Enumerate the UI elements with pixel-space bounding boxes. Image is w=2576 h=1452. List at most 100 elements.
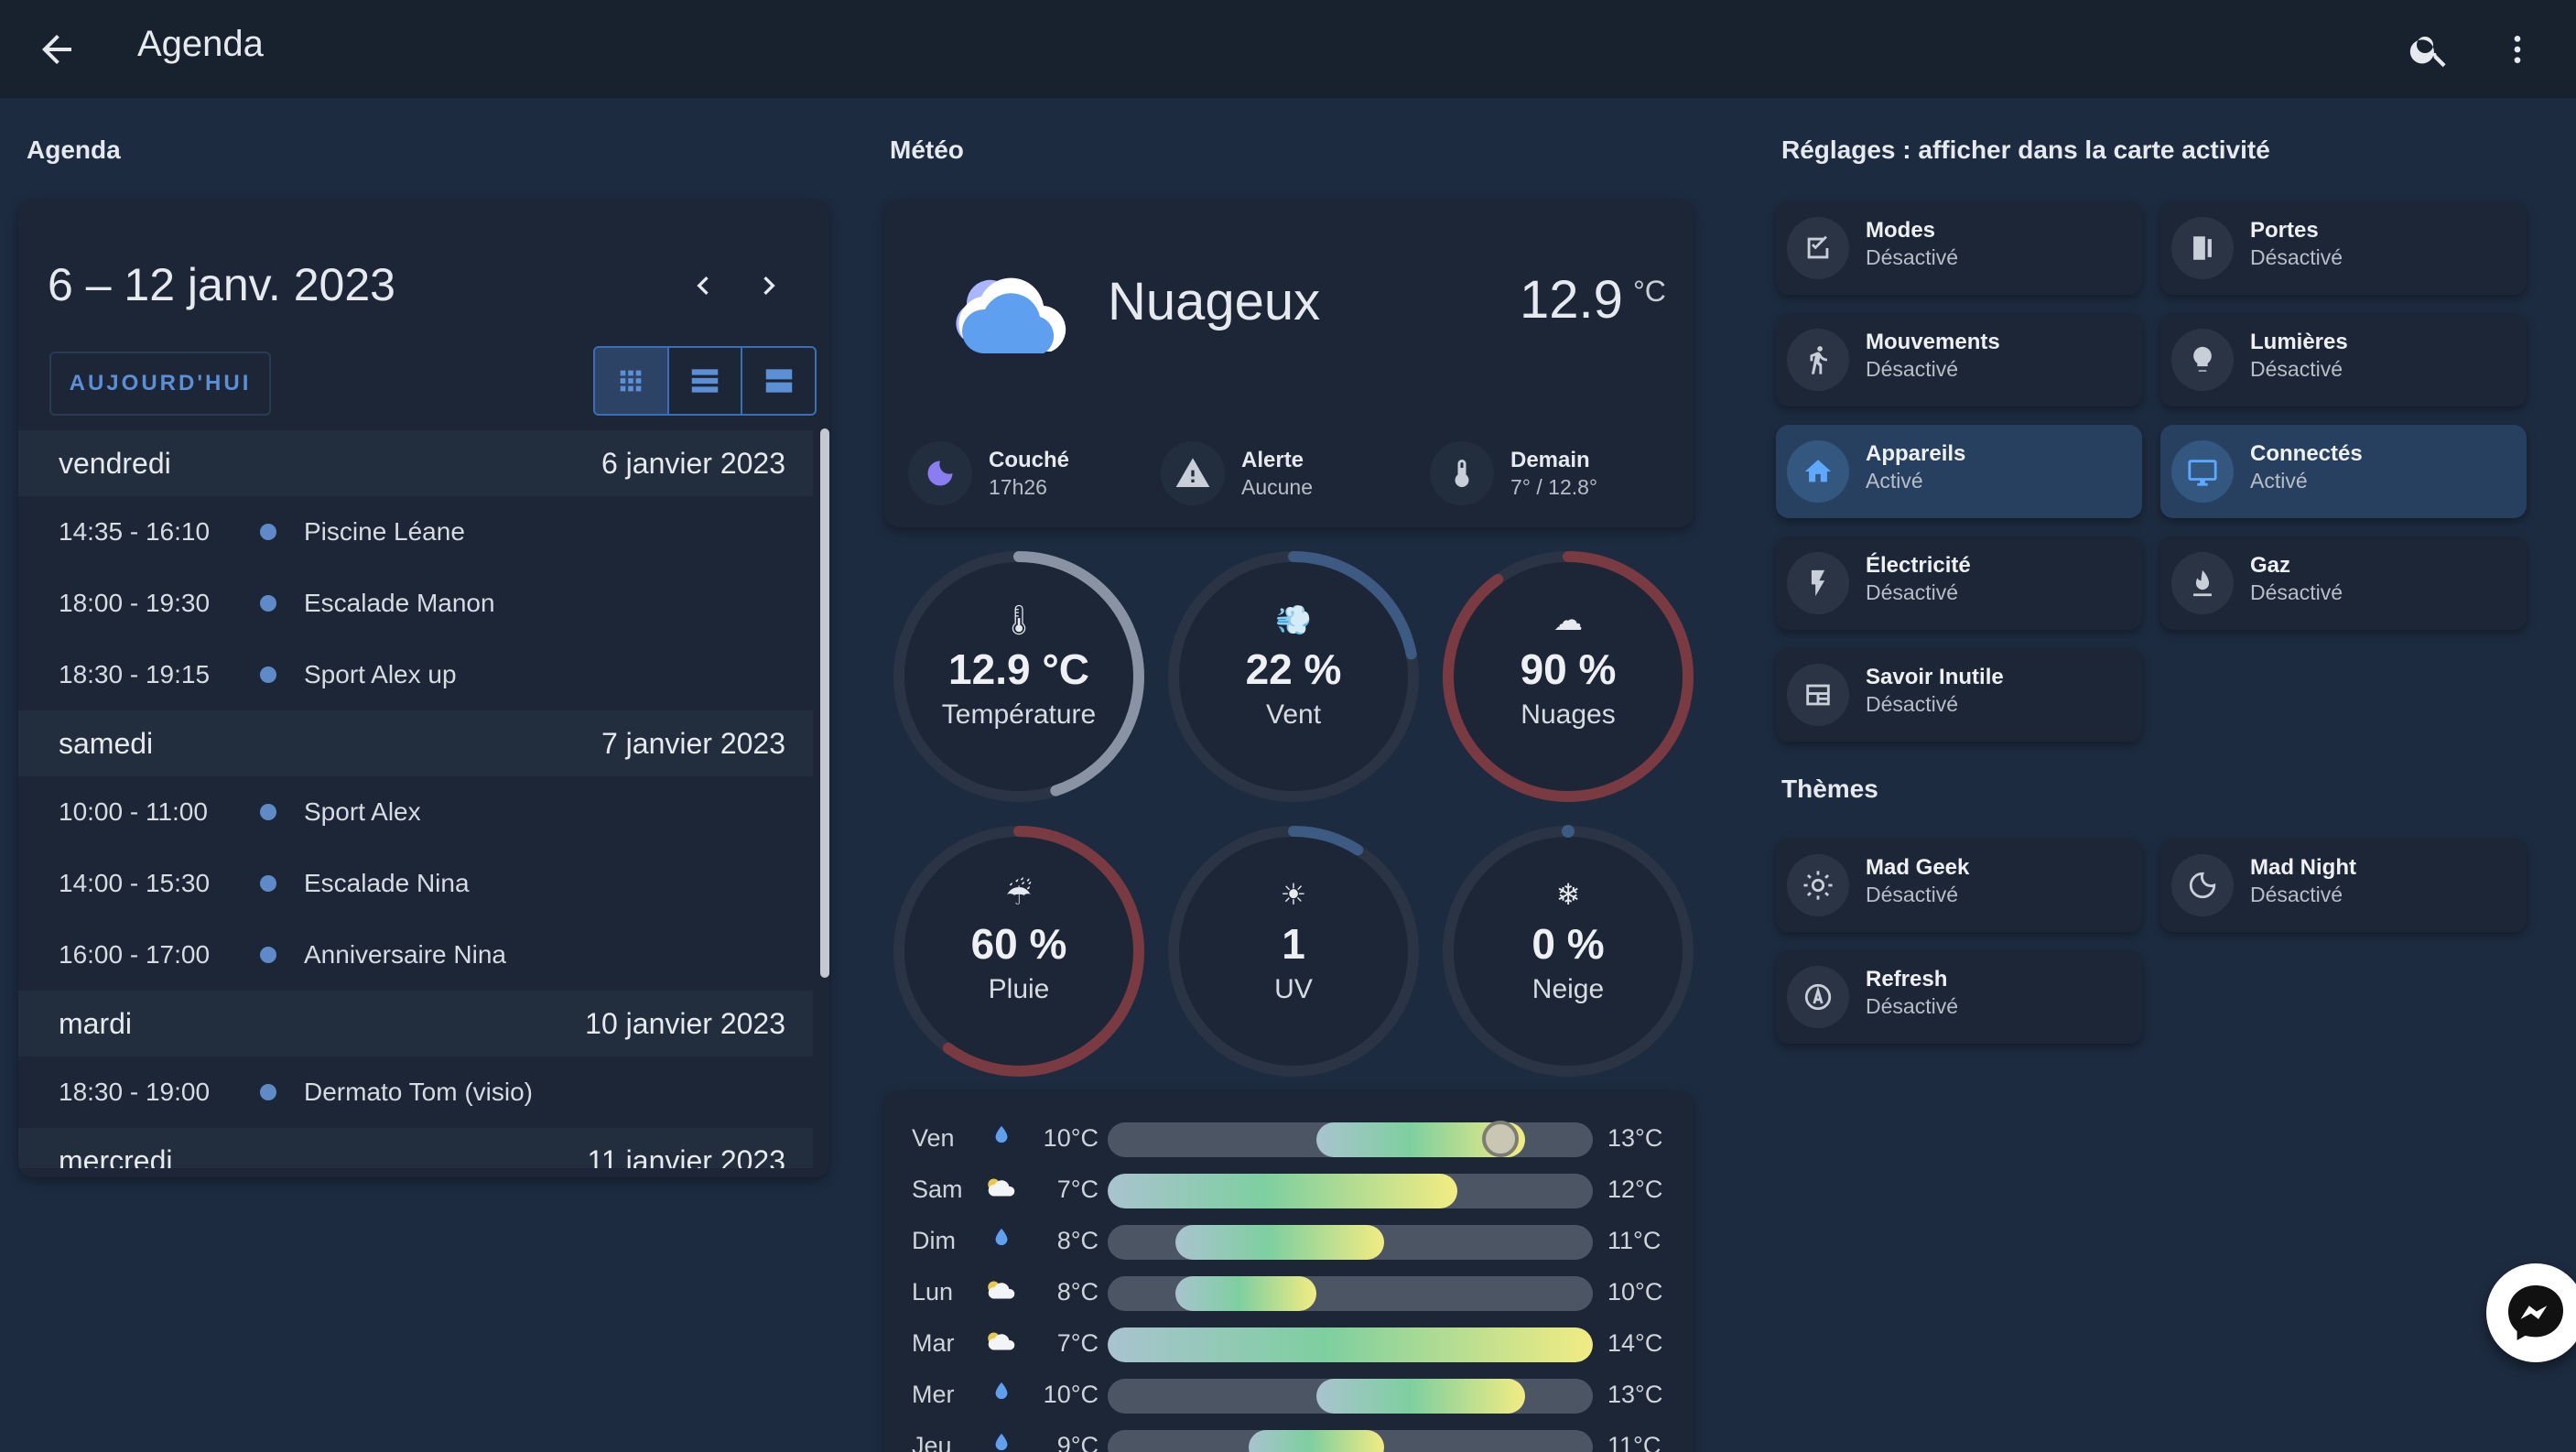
tile-name: Mouvements — [1866, 330, 2000, 354]
gauge-value: 1 — [1282, 920, 1305, 968]
agenda-event[interactable]: 18:30 - 19:00 Dermato Tom (visio) — [18, 1056, 813, 1128]
agenda-day-date: 7 janvier 2023 — [601, 726, 785, 760]
tile-mad-geek[interactable]: Mad Geek Désactivé — [1776, 839, 2142, 932]
current-temp-marker — [1482, 1121, 1519, 1157]
today-button[interactable]: AUJOURD'HUI — [49, 352, 271, 416]
weather-card[interactable]: Nuageux 12.9 °C Couché 17h26 Alerte Aucune… — [884, 200, 1694, 527]
agenda-event[interactable]: 14:00 - 15:30 Escalade Nina — [18, 848, 813, 919]
agenda-day-header: mardi 10 janvier 2023 — [18, 991, 813, 1056]
sun-icon — [1787, 854, 1849, 916]
tile-state: Activé — [2250, 469, 2308, 493]
event-title: Piscine Léane — [304, 517, 465, 546]
refresh-icon — [1787, 966, 1849, 1028]
tile-portes[interactable]: Portes Désactivé — [2160, 201, 2527, 295]
forecast-max: 14°C — [1607, 1329, 1663, 1357]
home-icon — [1787, 440, 1849, 503]
agenda-card: 6 – 12 janv. 2023 AUJOURD'HUI vendredi 6 … — [18, 200, 829, 1177]
gauge-température[interactable]: 🌡 12.9 °C Température — [888, 546, 1150, 807]
gauge-neige[interactable]: ❄ 0 % Neige — [1437, 820, 1699, 1082]
forecast-max: 13°C — [1607, 1381, 1663, 1408]
gauge-icon: 🌡 — [1000, 603, 1038, 636]
tile-gaz[interactable]: Gaz Désactivé — [2160, 536, 2527, 630]
tile-connectés[interactable]: Connectés Activé — [2160, 425, 2527, 518]
agenda-day-date: 6 janvier 2023 — [601, 446, 785, 480]
gauge-label: Pluie — [988, 974, 1050, 1004]
view-switcher — [593, 346, 817, 416]
tile-state: Désactivé — [1866, 580, 1958, 604]
forecast-temp-bar — [1108, 1327, 1593, 1362]
forecast-max: 11°C — [1607, 1227, 1661, 1254]
chevron-right-icon[interactable] — [751, 267, 787, 304]
event-dot — [260, 947, 276, 963]
agenda-event[interactable]: 16:00 - 17:00 Anniversaire Nina — [18, 919, 813, 991]
forecast-temp-bar — [1108, 1276, 1593, 1311]
event-title: Escalade Nina — [304, 869, 470, 897]
more-vert-icon[interactable] — [2499, 27, 2536, 71]
search-icon[interactable] — [2408, 27, 2452, 71]
messenger-chat-button[interactable] — [2486, 1263, 2576, 1362]
tile-électricité[interactable]: Électricité Désactivé — [1776, 536, 2142, 630]
list-view-icon — [691, 369, 719, 393]
grid-view-button[interactable] — [595, 348, 669, 414]
agenda-weekday: vendredi — [59, 446, 171, 480]
tile-state: Désactivé — [2250, 245, 2343, 269]
forecast-min: 7°C — [1056, 1176, 1099, 1203]
back-arrow-icon[interactable] — [35, 27, 79, 71]
gauge-value: 90 % — [1520, 645, 1617, 693]
forecast-temp-bar — [1108, 1225, 1593, 1260]
event-title: Sport Alex — [304, 797, 421, 826]
agenda-weekday: samedi — [59, 726, 154, 760]
agenda-scrollbar[interactable] — [820, 428, 829, 978]
messenger-icon — [2508, 1285, 2563, 1340]
gauge-uv[interactable]: ☀ 1 UV — [1163, 820, 1424, 1082]
settings-section-title: Réglages : afficher dans la carte activi… — [1781, 135, 2270, 164]
tile-refresh[interactable]: Refresh Désactivé — [1776, 950, 2142, 1044]
agenda-event-list[interactable]: vendredi 6 janvier 2023 14:35 - 16:10 Pisci… — [18, 430, 813, 1168]
tile-modes[interactable]: Modes Désactivé — [1776, 201, 2142, 295]
weather-attr-value: 7° / 12.8° — [1510, 474, 1598, 499]
forecast-row: Mar 7°C 14°C — [884, 1326, 1694, 1362]
forecast-min: 9°C — [1056, 1432, 1099, 1452]
event-dot — [260, 666, 276, 683]
forecast-min: 8°C — [1056, 1227, 1099, 1254]
event-dot — [260, 524, 276, 540]
event-time: 14:35 - 16:10 — [59, 517, 211, 546]
moon-icon — [908, 441, 972, 505]
forecast-day: Jeu — [912, 1432, 952, 1452]
event-time: 18:00 - 19:30 — [59, 589, 211, 617]
agenda-view-icon — [765, 369, 792, 393]
chevron-left-icon[interactable] — [685, 267, 721, 304]
walk-icon — [1787, 329, 1849, 391]
tile-mouvements[interactable]: Mouvements Désactivé — [1776, 313, 2142, 406]
forecast-day: Lun — [912, 1278, 954, 1306]
tile-lumières[interactable]: Lumières Désactivé — [2160, 313, 2527, 406]
forecast-min: 10°C — [1043, 1124, 1099, 1152]
tile-appareils[interactable]: Appareils Activé — [1776, 425, 2142, 518]
gauge-icon: 💨 — [1275, 603, 1312, 636]
gauge-pluie[interactable]: ☔ 60 % Pluie — [888, 820, 1150, 1082]
event-title: Anniversaire Nina — [304, 940, 506, 969]
themes-section-title: Thèmes — [1781, 775, 1878, 803]
agenda-event[interactable]: 18:00 - 19:30 Escalade Manon — [18, 568, 813, 639]
day-view-button[interactable] — [669, 348, 743, 414]
tile-mad-night[interactable]: Mad Night Désactivé — [2160, 839, 2527, 932]
weather-attr-sunset: Couché 17h26 — [908, 441, 1069, 505]
tile-savoir-inutile[interactable]: Savoir Inutile Désactivé — [1776, 648, 2142, 742]
gauge-icon: ☀ — [1280, 878, 1307, 911]
forecast-card[interactable]: Ven 10°C 13°C Sam 7°C 12°C Dim 8°C 11°C … — [884, 1091, 1694, 1452]
agenda-day-date: 11 janvier 2023 — [587, 1143, 785, 1169]
agenda-event[interactable]: 10:00 - 11:00 Sport Alex — [18, 776, 813, 848]
agenda-event[interactable]: 14:35 - 16:10 Piscine Léane — [18, 496, 813, 568]
gauge-label: Neige — [1532, 974, 1605, 1004]
agenda-event[interactable]: 18:30 - 19:15 Sport Alex up — [18, 639, 813, 710]
week-view-button[interactable] — [742, 348, 815, 414]
tile-name: Lumières — [2250, 330, 2348, 354]
gauge-nuages[interactable]: ☁ 90 % Nuages — [1437, 546, 1699, 807]
event-time: 18:30 - 19:15 — [59, 660, 211, 688]
tile-name: Portes — [2250, 218, 2319, 243]
tile-state: Désactivé — [1866, 883, 1958, 906]
event-time: 18:30 - 19:00 — [59, 1078, 211, 1106]
event-dot — [260, 595, 276, 612]
checklist-icon — [1787, 217, 1849, 279]
gauge-vent[interactable]: 💨 22 % Vent — [1163, 546, 1424, 807]
